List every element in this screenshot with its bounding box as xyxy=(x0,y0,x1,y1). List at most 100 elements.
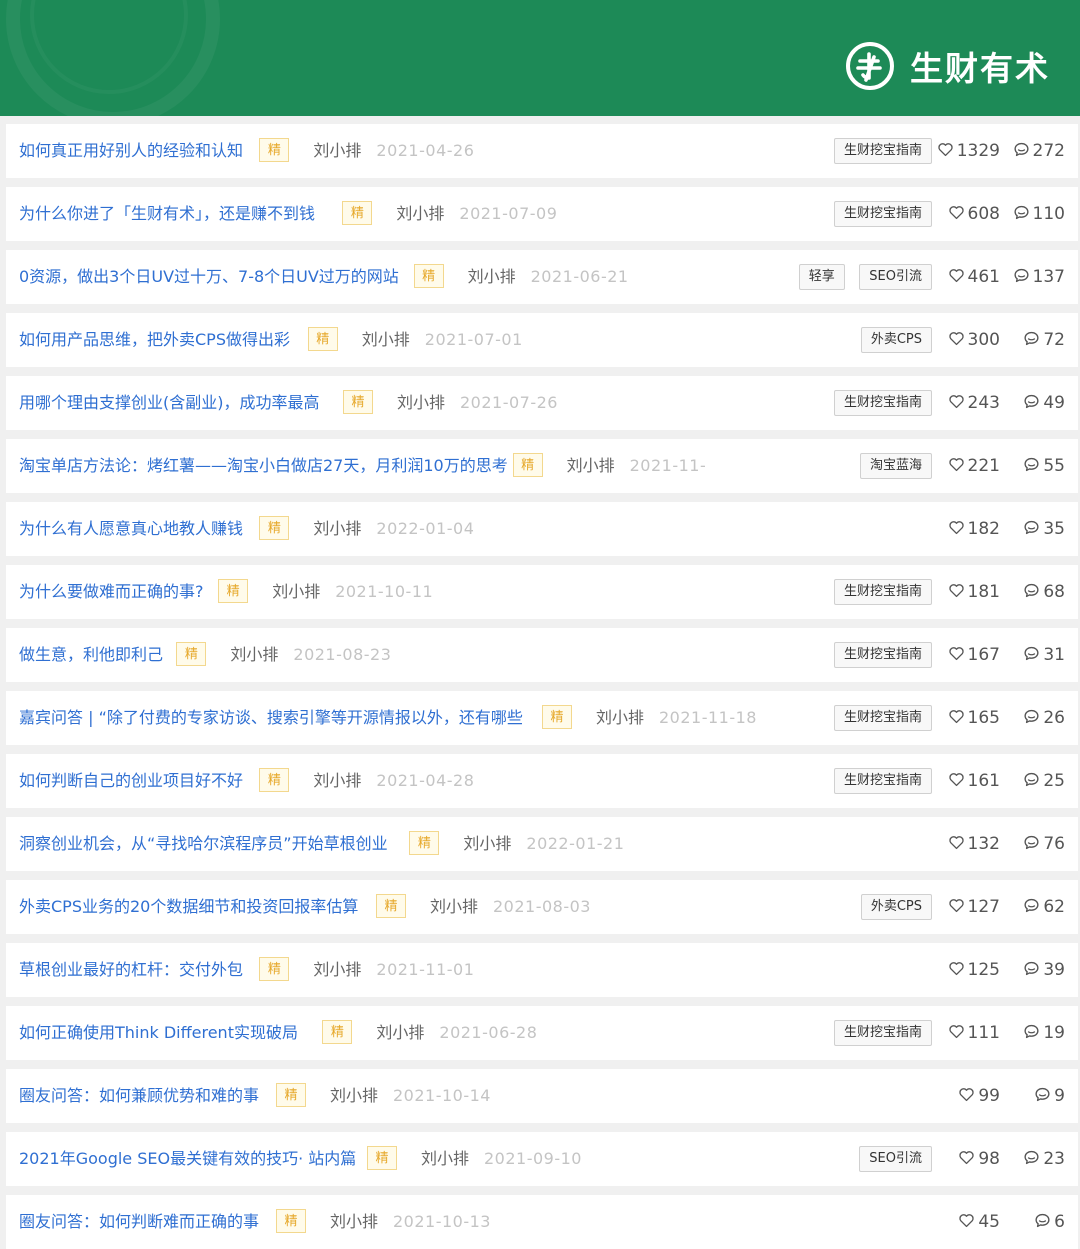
post-author[interactable]: 刘小排 xyxy=(596,691,644,745)
like-count[interactable]: 1329 xyxy=(937,124,1000,178)
comment-count[interactable]: 49 xyxy=(1023,376,1065,430)
post-title-link[interactable]: 如何真正用好别人的经验和认知 xyxy=(19,124,243,178)
like-count[interactable]: 221 xyxy=(948,439,1000,493)
comment-count[interactable]: 76 xyxy=(1023,817,1065,871)
post-row[interactable]: 外卖CPS业务的20个数据细节和投资回报率估算精刘小排 2021-08-03 62 1… xyxy=(6,880,1078,934)
post-row[interactable]: 为什么要做难而正确的事? 精刘小排 2021-10-11 68 181 生财挖宝指南 xyxy=(6,565,1078,619)
post-title-link[interactable]: 洞察创业机会，从“寻找哈尔滨程序员”开始草根创业 xyxy=(19,817,388,871)
like-count[interactable]: 125 xyxy=(948,943,1000,997)
comment-count[interactable]: 110 xyxy=(1013,187,1065,241)
post-title-link[interactable]: 0资源，做出3个日UV过十万、7-8个日UV过万的网站 xyxy=(19,250,399,304)
post-author[interactable]: 刘小排 xyxy=(468,250,516,304)
like-count[interactable]: 182 xyxy=(948,502,1000,556)
post-author[interactable]: 刘小排 xyxy=(313,502,361,556)
post-author[interactable]: 刘小排 xyxy=(430,880,478,934)
post-row[interactable]: 为什么你进了「生财有术」，还是赚不到钱 精刘小排 2021-07-09 110 608 生… xyxy=(6,187,1078,241)
comment-count[interactable]: 31 xyxy=(1023,628,1065,682)
post-row[interactable]: 2021年Google SEO最关键有效的技巧· 站内篇精刘小排 2021-09-… xyxy=(6,1132,1078,1186)
post-title-link[interactable]: 为什么你进了「生财有术」，还是赚不到钱 xyxy=(19,187,315,241)
like-count[interactable]: 243 xyxy=(948,376,1000,430)
post-author[interactable]: 刘小排 xyxy=(396,187,444,241)
post-row[interactable]: 如何正确使用Think Different实现破局精刘小排 2021-06-28 1… xyxy=(6,1006,1078,1060)
comment-count[interactable]: 25 xyxy=(1023,754,1065,808)
post-row[interactable]: 做生意，利他即利己精刘小排 2021-08-23 31 167 生财挖宝指南 xyxy=(6,628,1078,682)
like-count[interactable]: 300 xyxy=(948,313,1000,367)
topic-tag[interactable]: 外卖CPS xyxy=(860,327,932,353)
like-count[interactable]: 98 xyxy=(958,1132,1000,1186)
topic-tag[interactable]: 淘宝蓝海 xyxy=(859,453,932,479)
comment-count[interactable]: 62 xyxy=(1023,880,1065,934)
post-title-link[interactable]: 如何正确使用Think Different实现破局 xyxy=(19,1006,298,1060)
topic-tag[interactable]: 轻享 xyxy=(798,264,845,290)
post-author[interactable]: 刘小排 xyxy=(230,628,278,682)
post-row[interactable]: 0资源，做出3个日UV过十万、7-8个日UV过万的网站精刘小排 2021-06-2… xyxy=(6,250,1078,304)
topic-tag[interactable]: 外卖CPS xyxy=(860,894,932,920)
post-title-link[interactable]: 为什么要做难而正确的事? xyxy=(19,565,204,619)
comment-count[interactable]: 137 xyxy=(1013,250,1065,304)
post-title-link[interactable]: 如何判断自己的创业项目好不好 xyxy=(19,754,243,808)
comment-count[interactable]: 23 xyxy=(1023,1132,1065,1186)
post-author[interactable]: 刘小排 xyxy=(397,376,445,430)
post-author[interactable]: 刘小排 xyxy=(272,565,320,619)
post-author[interactable]: 刘小排 xyxy=(376,1006,424,1060)
post-title-link[interactable]: 如何用产品思维，把外卖CPS做得出彩 xyxy=(19,313,290,367)
like-count[interactable]: 111 xyxy=(948,1006,1000,1060)
post-author[interactable]: 刘小排 xyxy=(313,754,361,808)
topic-tag[interactable]: 生财挖宝指南 xyxy=(833,1020,932,1046)
comment-count[interactable]: 19 xyxy=(1023,1006,1065,1060)
comment-count[interactable]: 35 xyxy=(1023,502,1065,556)
like-count[interactable]: 167 xyxy=(948,628,1000,682)
post-row[interactable]: 草根创业最好的杠杆：交付外包精刘小排 2021-11-01 39 125 xyxy=(6,943,1078,997)
comment-count[interactable]: 68 xyxy=(1023,565,1065,619)
post-author[interactable]: 刘小排 xyxy=(362,313,410,367)
post-title-link[interactable]: 草根创业最好的杠杆：交付外包 xyxy=(19,943,243,997)
comment-count[interactable]: 55 xyxy=(1023,439,1065,493)
post-row[interactable]: 如何真正用好别人的经验和认知精刘小排 2021-04-26 272 1329 生财挖宝指… xyxy=(6,124,1078,178)
post-author[interactable]: 刘小排 xyxy=(313,943,361,997)
comment-count[interactable]: 6 xyxy=(1034,1195,1065,1249)
topic-tag[interactable]: 生财挖宝指南 xyxy=(833,705,932,731)
post-title-link[interactable]: 2021年Google SEO最关键有效的技巧· 站内篇 xyxy=(19,1132,356,1186)
post-row[interactable]: 圈友问答：如何兼顾优势和难的事精刘小排 2021-10-14 9 99 xyxy=(6,1069,1078,1123)
post-row[interactable]: 如何用产品思维，把外卖CPS做得出彩精刘小排 2021-07-01 72 300 外卖C… xyxy=(6,313,1078,367)
topic-tag[interactable]: 生财挖宝指南 xyxy=(833,201,932,227)
like-count[interactable]: 608 xyxy=(948,187,1000,241)
comment-count[interactable]: 26 xyxy=(1023,691,1065,745)
topic-tag[interactable]: 生财挖宝指南 xyxy=(833,138,932,164)
post-author[interactable]: 刘小排 xyxy=(567,439,615,493)
post-title-link[interactable]: 用哪个理由支撑创业(含副业)，成功率最高 xyxy=(19,376,320,430)
post-author[interactable]: 刘小排 xyxy=(330,1069,378,1123)
topic-tag[interactable]: 生财挖宝指南 xyxy=(833,579,932,605)
post-row[interactable]: 圈友问答：如何判断难而正确的事精刘小排 2021-10-13 6 45 xyxy=(6,1195,1078,1249)
post-row[interactable]: 嘉宾问答 | “除了付费的专家访谈、搜索引擎等开源情报以外，还有哪些精刘小排 20… xyxy=(6,691,1078,745)
topic-tag[interactable]: SEO引流 xyxy=(859,264,932,290)
comment-count[interactable]: 39 xyxy=(1023,943,1065,997)
post-title-link[interactable]: 做生意，利他即利己 xyxy=(19,628,163,682)
like-count[interactable]: 45 xyxy=(958,1195,1000,1249)
like-count[interactable]: 161 xyxy=(948,754,1000,808)
post-row[interactable]: 如何判断自己的创业项目好不好精刘小排 2021-04-28 25 161 生财挖宝指南 xyxy=(6,754,1078,808)
post-title-link[interactable]: 圈友问答：如何判断难而正确的事 xyxy=(19,1195,259,1249)
post-title-link[interactable]: 淘宝单店方法论：烤红薯——淘宝小白做店27天，月利润10万的思考 xyxy=(19,439,508,493)
post-author[interactable]: 刘小排 xyxy=(421,1132,469,1186)
post-row[interactable]: 淘宝单店方法论：烤红薯——淘宝小白做店27天，月利润10万的思考精刘小排 2021… xyxy=(6,439,1078,493)
topic-tag[interactable]: 生财挖宝指南 xyxy=(833,768,932,794)
like-count[interactable]: 461 xyxy=(948,250,1000,304)
like-count[interactable]: 132 xyxy=(948,817,1000,871)
like-count[interactable]: 127 xyxy=(948,880,1000,934)
post-author[interactable]: 刘小排 xyxy=(330,1195,378,1249)
post-title-link[interactable]: 外卖CPS业务的20个数据细节和投资回报率估算 xyxy=(19,880,358,934)
post-title-link[interactable]: 嘉宾问答 | “除了付费的专家访谈、搜索引擎等开源情报以外，还有哪些 xyxy=(19,691,523,745)
topic-tag[interactable]: 生财挖宝指南 xyxy=(833,390,932,416)
like-count[interactable]: 165 xyxy=(948,691,1000,745)
comment-count[interactable]: 9 xyxy=(1034,1069,1065,1123)
post-title-link[interactable]: 圈友问答：如何兼顾优势和难的事 xyxy=(19,1069,259,1123)
post-author[interactable]: 刘小排 xyxy=(313,124,361,178)
like-count[interactable]: 181 xyxy=(948,565,1000,619)
comment-count[interactable]: 272 xyxy=(1013,124,1065,178)
post-row[interactable]: 洞察创业机会，从“寻找哈尔滨程序员”开始草根创业精刘小排 2022-01-21 76… xyxy=(6,817,1078,871)
topic-tag[interactable]: 生财挖宝指南 xyxy=(833,642,932,668)
post-author[interactable]: 刘小排 xyxy=(463,817,511,871)
brand-logo[interactable]: 生财有术 xyxy=(844,40,1050,92)
post-row[interactable]: 用哪个理由支撑创业(含副业)，成功率最高精刘小排 2021-07-26 49 243 生… xyxy=(6,376,1078,430)
